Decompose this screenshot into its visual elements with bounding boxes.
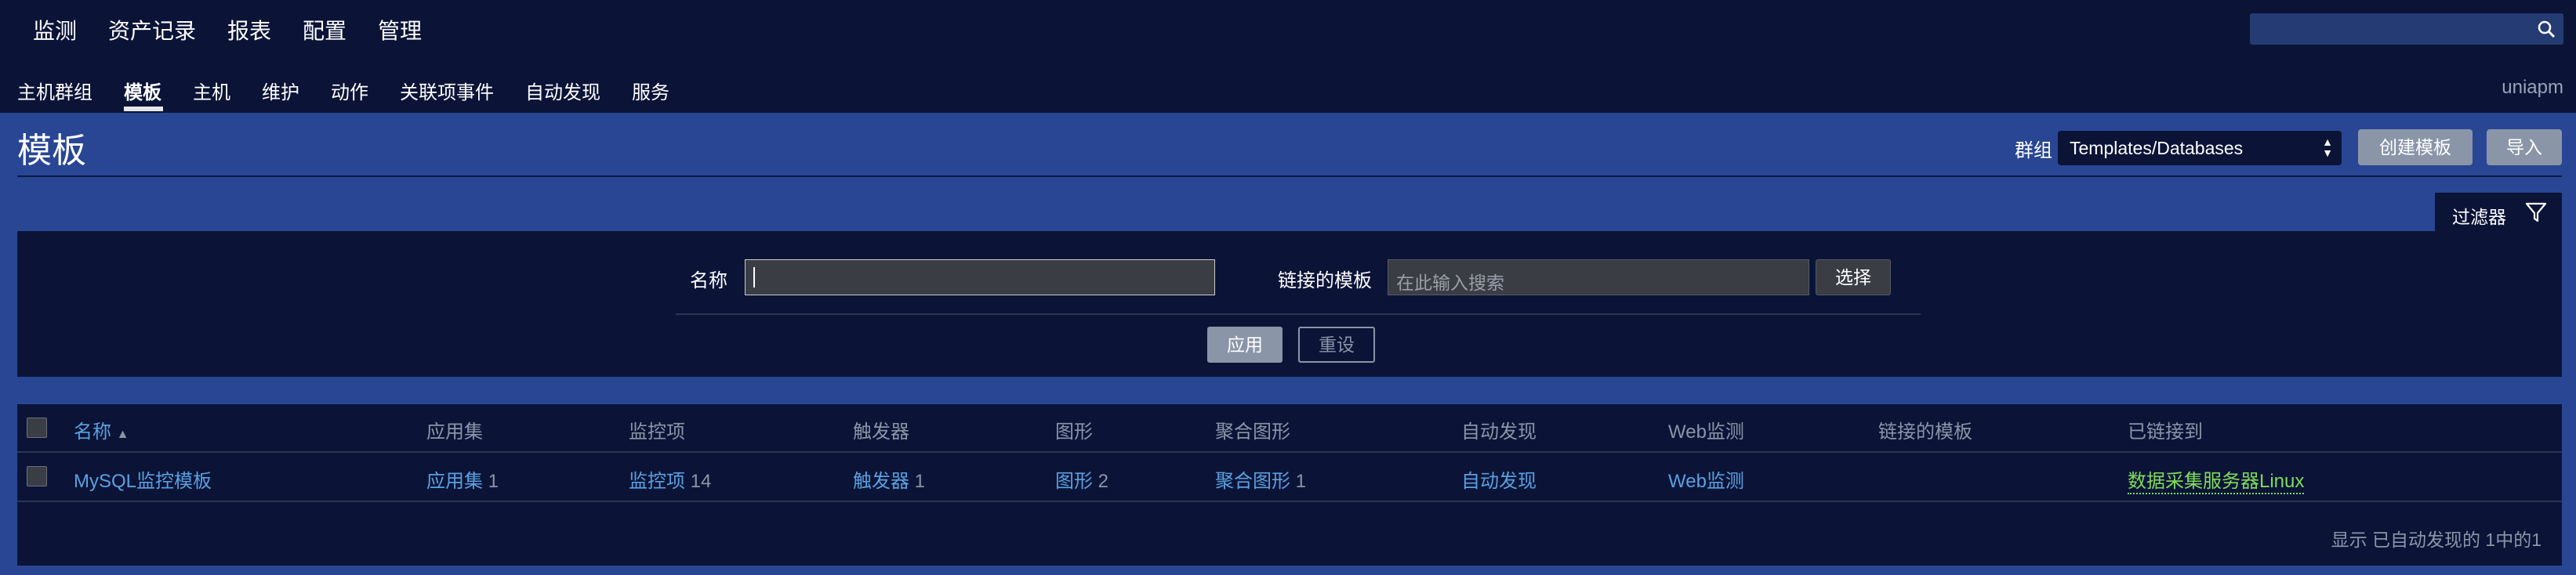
- header-web: Web监测: [1668, 421, 1744, 443]
- template-name-link[interactable]: MySQL监控模板: [74, 465, 212, 493]
- menu-administration[interactable]: 管理: [378, 14, 422, 45]
- items-cell: 监控项 14: [629, 471, 712, 492]
- header-triggers: 触发器: [853, 421, 909, 443]
- title-divider: [17, 175, 2562, 177]
- linked-host-link[interactable]: 数据采集服务器Linux: [2128, 465, 2305, 494]
- submenu-actions[interactable]: 动作: [331, 77, 368, 104]
- sub-menu: 主机群组 模板 主机 维护 动作 关联项事件 自动发现 服务 uniapm: [0, 66, 2576, 113]
- submenu-host-groups[interactable]: 主机群组: [17, 77, 93, 104]
- table-summary: 显示 已自动发现的 1中的1: [2331, 530, 2542, 550]
- select-button[interactable]: 选择: [1816, 259, 1891, 295]
- linked-templates-placeholder: 在此输入搜索: [1396, 273, 1504, 293]
- filter-tab[interactable]: 过滤器: [2435, 193, 2562, 232]
- row-checkbox[interactable]: [27, 466, 47, 486]
- select-all-checkbox[interactable]: [27, 418, 47, 438]
- submenu-maintenance[interactable]: 维护: [262, 77, 299, 104]
- screens-cell: 聚合图形 1: [1215, 471, 1307, 492]
- filter-panel: 名称 链接的模板 在此输入搜索 选择 应用 重设: [17, 231, 2562, 377]
- items-link[interactable]: 监控项: [629, 471, 685, 492]
- header-discovery: 自动发现: [1461, 421, 1537, 443]
- submenu-discovery[interactable]: 自动发现: [525, 77, 600, 104]
- funnel-icon: [2525, 202, 2547, 222]
- applications-cell: 应用集 1: [426, 471, 499, 492]
- import-button[interactable]: 导入: [2487, 129, 2562, 165]
- menu-monitoring[interactable]: 监测: [33, 14, 77, 45]
- group-label: 群组: [2015, 140, 2052, 161]
- active-tab-underline: [124, 107, 163, 111]
- web-link[interactable]: Web监测: [1668, 465, 1744, 493]
- header-graphs: 图形: [1055, 421, 1093, 443]
- linked-templates-label: 链接的模板: [1278, 270, 1372, 291]
- search-icon[interactable]: [2537, 20, 2556, 38]
- graphs-link[interactable]: 图形: [1055, 471, 1093, 492]
- menu-reports[interactable]: 报表: [227, 14, 271, 45]
- name-filter-label: 名称: [690, 270, 727, 291]
- header-name[interactable]: 名称 ▲: [74, 416, 129, 443]
- header-screens: 聚合图形: [1215, 421, 1290, 443]
- applications-link[interactable]: 应用集: [426, 471, 483, 492]
- group-select-value: Templates/Databases: [2070, 138, 2244, 158]
- sort-asc-icon: ▲: [116, 428, 129, 441]
- row-divider: [17, 501, 2562, 502]
- search-input[interactable]: [2250, 13, 2563, 45]
- page-title: 模板: [17, 132, 86, 170]
- header-linked-templates: 链接的模板: [1878, 421, 1972, 443]
- discovery-link[interactable]: 自动发现: [1461, 465, 1537, 493]
- triggers-cell: 触发器 1: [853, 471, 926, 492]
- submenu-templates[interactable]: 模板: [124, 77, 161, 104]
- menu-inventory[interactable]: 资产记录: [108, 14, 196, 45]
- create-template-button[interactable]: 创建模板: [2358, 129, 2473, 165]
- group-select[interactable]: Templates/Databases ▲ ▼: [2058, 131, 2342, 165]
- linked-templates-input[interactable]: 在此输入搜索: [1388, 259, 1809, 295]
- user-name[interactable]: uniapm: [2502, 77, 2563, 99]
- submenu-services[interactable]: 服务: [632, 77, 669, 104]
- text-caret: [753, 267, 755, 288]
- screens-link[interactable]: 聚合图形: [1215, 471, 1290, 492]
- menu-configuration[interactable]: 配置: [303, 14, 346, 45]
- reset-button[interactable]: 重设: [1298, 327, 1375, 363]
- templates-table: 名称 ▲ 应用集 监控项 触发器 图形 聚合图形 自动发现 Web监测 链接的模…: [17, 404, 2562, 566]
- graphs-cell: 图形 2: [1055, 471, 1109, 492]
- triggers-link[interactable]: 触发器: [853, 471, 909, 492]
- name-filter-input[interactable]: [745, 259, 1215, 295]
- header-divider: [17, 451, 2562, 453]
- filter-divider: [676, 313, 1921, 315]
- header-linked-to: 已链接到: [2128, 421, 2203, 443]
- submenu-hosts[interactable]: 主机: [193, 77, 230, 104]
- top-menu: 监测 资产记录 报表 配置 管理: [0, 0, 2576, 60]
- select-arrows-icon: ▲ ▼: [2322, 136, 2333, 159]
- header-applications: 应用集: [426, 421, 483, 443]
- header-items: 监控项: [629, 421, 685, 443]
- main-panel: 模板 群组 Templates/Databases ▲ ▼ 创建模板 导入 过滤器…: [0, 113, 2576, 575]
- apply-button[interactable]: 应用: [1207, 327, 1283, 363]
- filter-tab-label: 过滤器: [2452, 207, 2506, 227]
- submenu-correlation[interactable]: 关联项事件: [400, 77, 494, 104]
